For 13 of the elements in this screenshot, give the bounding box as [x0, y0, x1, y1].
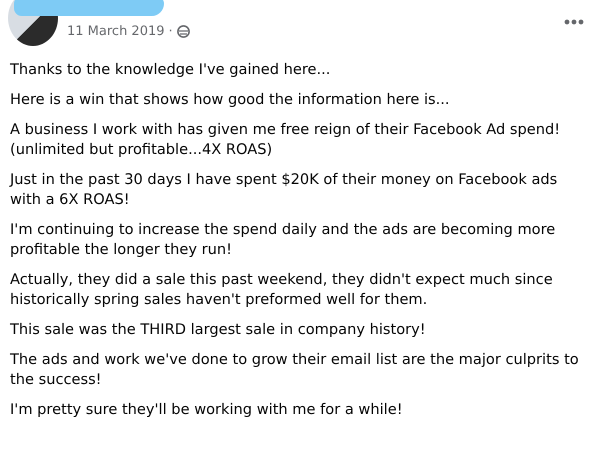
- more-options-icon[interactable]: [564, 19, 584, 25]
- post-paragraph: Actually, they did a sale this past weekend, they didn't expect much since historically spring sales haven't preformed well for them.: [10, 270, 554, 310]
- separator-dot: ·: [168, 24, 173, 39]
- post-paragraph: I'm pretty sure they'll be working with me for a while!: [10, 400, 404, 420]
- post-paragraph: Here is a win that shows how good the information here is...: [10, 90, 451, 110]
- post-date[interactable]: 11 March 2019: [67, 24, 165, 39]
- post-paragraph: Just in the past 30 days I have spent $20K of their money on Facebook ads with a 6X ROAS!: [10, 170, 558, 210]
- post-paragraph: This sale was the THIRD largest sale in company history!: [10, 320, 427, 340]
- post-paragraph: I'm continuing to increase the spend daily and the ads are becoming more profitable the longer they run!: [10, 220, 556, 260]
- post-paragraph: A business I work with has given me free reign of their Facebook Ad spend! (unlimited but profitable...4X ROAS): [10, 120, 562, 160]
- post-paragraph: Thanks to the knowledge I've gained here...: [10, 60, 332, 80]
- post-paragraph: The ads and work we've done to grow their email list are the major culprits to the success!: [10, 350, 580, 390]
- audience-icon[interactable]: [176, 25, 190, 38]
